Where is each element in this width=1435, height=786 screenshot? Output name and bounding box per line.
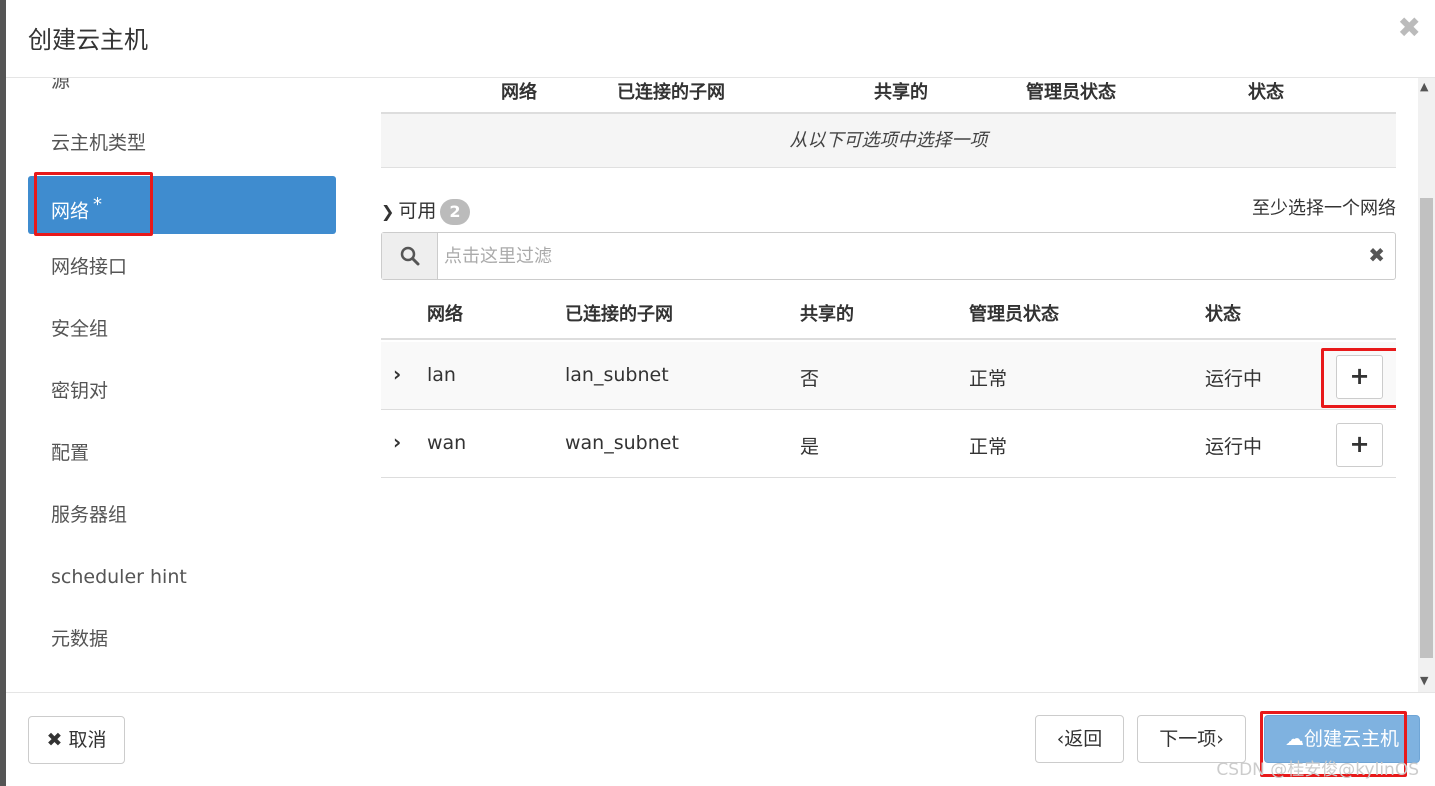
cell-status: 运行中	[1205, 436, 1263, 458]
sidebar-item-configuration[interactable]: 配置	[28, 424, 336, 482]
chevron-right-icon: ›	[1216, 728, 1224, 750]
back-button[interactable]: ‹返回	[1035, 715, 1124, 763]
sidebar-item-scheduler-hint[interactable]: scheduler hint	[28, 548, 336, 606]
sidebar-item-flavor[interactable]: 云主机类型	[28, 114, 336, 172]
scrollbar[interactable]: ▲ ▼	[1418, 78, 1435, 692]
sidebar-item-label: 配置	[51, 442, 90, 464]
table-row: › wan wan_subnet 是 正常 运行中 +	[381, 410, 1396, 478]
cancel-label: 取消	[68, 729, 107, 751]
search-icon	[400, 246, 420, 266]
cell-admin-state: 正常	[969, 436, 1008, 458]
cell-status: 运行中	[1205, 368, 1263, 390]
sidebar-item-label: 网络	[51, 200, 90, 223]
cancel-button[interactable]: ✖ 取消	[28, 716, 125, 764]
sidebar-item-metadata[interactable]: 元数据	[28, 610, 336, 668]
column-header: 共享的	[874, 82, 928, 103]
sidebar-item-network-ports[interactable]: 网络接口	[28, 238, 336, 296]
chevron-right-icon[interactable]: ›	[393, 430, 401, 454]
search-icon-addon	[382, 233, 438, 279]
sidebar-item-security-groups[interactable]: 安全组	[28, 300, 336, 358]
back-label: 返回	[1064, 728, 1103, 750]
sidebar-item-networks[interactable]: 网络 *	[28, 176, 336, 234]
sidebar-item-label: 服务器组	[51, 504, 128, 526]
sidebar-item-label: 元数据	[51, 628, 109, 650]
close-icon: ✖	[46, 729, 63, 751]
watermark: CSDN @桂安俊@kylinOS	[1216, 760, 1419, 780]
dialog-header: 创建云主机 ✖	[6, 0, 1435, 78]
column-header: 共享的	[800, 304, 854, 325]
column-header: 网络	[427, 304, 463, 325]
wizard-sidebar: 源 云主机类型 网络 * 网络接口 安全组 密钥对 配置 服务器组 schedul…	[6, 78, 352, 692]
chevron-right-icon[interactable]: ›	[393, 362, 401, 386]
required-mark: *	[93, 194, 103, 215]
column-header: 网络	[501, 82, 537, 103]
add-network-button[interactable]: +	[1336, 423, 1383, 467]
sidebar-item-key-pair[interactable]: 密钥对	[28, 362, 336, 420]
column-header: 管理员状态	[969, 304, 1059, 325]
cloud-upload-icon: ☁	[1284, 728, 1304, 750]
scroll-up-icon[interactable]: ▲	[1420, 80, 1428, 93]
networks-panel: 网络 已连接的子网 共享的 管理员状态 状态 从以下可选项中选择一项 ❯ 可用 2 …	[381, 78, 1396, 692]
column-header: 状态	[1248, 82, 1284, 103]
selection-hint: 至少选择一个网络	[1252, 198, 1396, 219]
sidebar-item-label: 云主机类型	[51, 132, 147, 154]
close-icon[interactable]: ✖	[1398, 14, 1421, 42]
column-header: 管理员状态	[1026, 82, 1116, 103]
next-label: 下一项	[1159, 728, 1217, 750]
column-header: 状态	[1205, 304, 1241, 325]
table-row: › lan lan_subnet 否 正常 运行中 +	[381, 342, 1396, 410]
launch-instance-dialog: 创建云主机 ✖ 源 云主机类型 网络 * 网络接口 安全组 密钥对 配置 服务器组…	[0, 0, 1435, 786]
sidebar-item-label: 密钥对	[51, 380, 109, 402]
sidebar-item-label: 网络接口	[51, 256, 128, 278]
sidebar-item-source[interactable]: 源	[28, 78, 336, 110]
plus-icon: +	[1349, 362, 1370, 390]
cell-shared: 否	[800, 368, 820, 390]
cell-subnet: wan_subnet	[565, 432, 679, 454]
dialog-footer: ✖ 取消 ‹返回 下一项› ☁创建云主机 CSDN @桂安俊@kylinOS	[6, 692, 1435, 786]
scrollbar-thumb[interactable]	[1420, 198, 1433, 658]
filter-box: ✖	[381, 232, 1396, 280]
column-header: 已连接的子网	[565, 304, 673, 325]
clear-icon[interactable]: ✖	[1368, 243, 1385, 267]
cell-subnet: lan_subnet	[565, 364, 669, 386]
dialog-title: 创建云主机	[28, 26, 148, 54]
filter-input[interactable]	[444, 241, 1344, 271]
allocated-table-header: 网络 已连接的子网 共享的 管理员状态 状态	[381, 78, 1396, 114]
allocated-empty-message: 从以下可选项中选择一项	[381, 114, 1396, 168]
count-badge: 2	[440, 199, 470, 225]
plus-icon: +	[1349, 430, 1370, 458]
cell-network: lan	[427, 364, 456, 386]
launch-label: 创建云主机	[1303, 728, 1399, 750]
sidebar-item-label: 源	[51, 78, 71, 92]
cell-shared: 是	[800, 436, 820, 458]
available-table-header: 网络 已连接的子网 共享的 管理员状态 状态	[381, 286, 1396, 340]
cell-network: wan	[427, 432, 467, 454]
column-header: 已连接的子网	[617, 82, 725, 103]
cell-admin-state: 正常	[969, 368, 1008, 390]
sidebar-item-server-groups[interactable]: 服务器组	[28, 486, 336, 544]
chevron-down-icon: ❯	[381, 202, 395, 221]
sidebar-item-label: 安全组	[51, 318, 109, 340]
available-label: 可用	[398, 200, 437, 222]
add-network-button[interactable]: +	[1336, 355, 1383, 399]
sidebar-item-label: scheduler hint	[51, 566, 187, 588]
scroll-down-icon[interactable]: ▼	[1420, 674, 1428, 687]
available-toggle[interactable]: ❯ 可用 2	[381, 196, 470, 225]
